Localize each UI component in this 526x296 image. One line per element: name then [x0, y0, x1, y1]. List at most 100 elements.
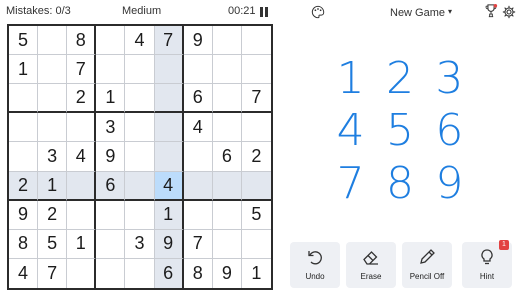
- board-cell-r9-c4[interactable]: [96, 258, 126, 288]
- board-cell-r1-c9[interactable]: [241, 26, 271, 56]
- board-cell-r8-c3[interactable]: 1: [67, 229, 97, 259]
- chevron-down-icon[interactable]: ▾: [448, 7, 452, 16]
- board-cell-r1-c5[interactable]: 4: [125, 26, 155, 56]
- palette-icon[interactable]: [311, 5, 325, 19]
- board-cell-r7-c2[interactable]: 2: [38, 200, 68, 230]
- board-cell-r2-c5[interactable]: [125, 55, 155, 85]
- board-cell-r2-c1[interactable]: 1: [9, 55, 39, 85]
- board-cell-r6-c3[interactable]: [67, 171, 97, 201]
- board-cell-r7-c4[interactable]: [96, 200, 126, 230]
- board-cell-r9-c1[interactable]: 4: [9, 258, 39, 288]
- hint-button[interactable]: Hint 1: [462, 240, 512, 288]
- board-cell-r1-c3[interactable]: 8: [67, 26, 97, 56]
- numpad-button-7[interactable]: 7: [326, 157, 375, 210]
- board-cell-r4-c4[interactable]: 3: [96, 113, 126, 143]
- board-cell-r3-c7[interactable]: 6: [183, 84, 213, 114]
- board-cell-r2-c6[interactable]: [154, 55, 184, 85]
- board-cell-r5-c3[interactable]: 4: [67, 142, 97, 172]
- board-cell-r9-c9[interactable]: 1: [242, 259, 271, 288]
- board-cell-r3-c5[interactable]: [125, 84, 155, 114]
- board-cell-r9-c8[interactable]: 9: [213, 258, 242, 288]
- board-cell-r3-c1[interactable]: [9, 84, 39, 114]
- board-cell-r4-c9[interactable]: [241, 113, 271, 143]
- board-cell-r7-c6[interactable]: 1: [154, 200, 184, 230]
- numpad-button-9[interactable]: 9: [425, 157, 474, 210]
- board-cell-r5-c8[interactable]: 6: [212, 142, 242, 172]
- board-cell-r7-c5[interactable]: [125, 200, 155, 230]
- board-cell-r6-c6[interactable]: 4: [154, 171, 184, 201]
- board-cell-r8-c8[interactable]: [212, 229, 242, 259]
- numpad-button-8[interactable]: 8: [375, 157, 424, 210]
- gear-icon[interactable]: [502, 5, 516, 19]
- board-cell-r9-c7[interactable]: 8: [184, 258, 213, 288]
- board-cell-r4-c7[interactable]: 4: [183, 113, 213, 143]
- board-cell-r2-c7[interactable]: [183, 55, 213, 85]
- board-cell-r8-c4[interactable]: [96, 229, 126, 259]
- pause-icon[interactable]: [260, 7, 269, 17]
- board-cell-r5-c6[interactable]: [154, 142, 184, 172]
- board-cell-r1-c8[interactable]: [212, 26, 242, 56]
- board-cell-r1-c6[interactable]: 7: [154, 26, 184, 56]
- board-cell-r3-c2[interactable]: [38, 84, 68, 114]
- board-cell-r7-c3[interactable]: [67, 200, 97, 230]
- board-cell-r2-c9[interactable]: [241, 55, 271, 85]
- board-cell-r8-c5[interactable]: 3: [125, 229, 155, 259]
- board-cell-r6-c7[interactable]: [183, 171, 213, 201]
- board-cell-r1-c4[interactable]: [96, 26, 126, 56]
- board-cell-r4-c1[interactable]: [9, 113, 39, 143]
- numpad-button-2[interactable]: 2: [375, 52, 424, 105]
- board-cell-r2-c4[interactable]: [96, 55, 126, 85]
- numpad-button-3[interactable]: 3: [425, 52, 474, 105]
- board-cell-r8-c2[interactable]: 5: [38, 229, 68, 259]
- new-game-button[interactable]: New Game: [390, 7, 445, 19]
- board-cell-r3-c9[interactable]: 7: [241, 84, 271, 114]
- numpad-button-4[interactable]: 4: [326, 105, 375, 158]
- board-cell-r9-c2[interactable]: 7: [38, 258, 68, 288]
- board-cell-r4-c6[interactable]: [154, 113, 184, 143]
- board-cell-r5-c7[interactable]: [183, 142, 213, 172]
- board-cell-r3-c4[interactable]: 1: [96, 84, 126, 114]
- numpad-button-5[interactable]: 5: [375, 105, 424, 158]
- board-cell-r8-c7[interactable]: 7: [183, 229, 213, 259]
- board-cell-r9-c5[interactable]: [125, 258, 155, 288]
- board-cell-r7-c1[interactable]: 9: [9, 200, 39, 230]
- board-cell-r5-c2[interactable]: 3: [38, 142, 68, 172]
- board-cell-r4-c3[interactable]: [67, 113, 97, 143]
- board-cell-r2-c8[interactable]: [212, 55, 242, 85]
- board-cell-r5-c5[interactable]: [125, 142, 155, 172]
- board-cell-r6-c4[interactable]: 6: [96, 171, 126, 201]
- board-cell-r5-c1[interactable]: [9, 142, 39, 172]
- numpad-button-6[interactable]: 6: [425, 105, 474, 158]
- board-cell-r4-c5[interactable]: [125, 113, 155, 143]
- board-cell-r4-c8[interactable]: [212, 113, 242, 143]
- undo-button[interactable]: Undo: [290, 242, 340, 288]
- board-cell-r6-c9[interactable]: [241, 171, 271, 201]
- board-cell-r3-c6[interactable]: [154, 84, 184, 114]
- pencil-toggle-button[interactable]: Pencil Off: [402, 242, 452, 288]
- board-cell-r3-c3[interactable]: 2: [67, 84, 97, 114]
- board-cell-r9-c3[interactable]: [67, 258, 97, 288]
- board-cell-r6-c2[interactable]: 1: [38, 171, 68, 201]
- board-cell-r3-c8[interactable]: [212, 84, 242, 114]
- board-cell-r4-c2[interactable]: [38, 113, 68, 143]
- erase-button[interactable]: Erase: [346, 242, 396, 288]
- board-cell-r6-c5[interactable]: [125, 171, 155, 201]
- trophy-icon[interactable]: [484, 3, 498, 19]
- board-cell-r2-c3[interactable]: 7: [67, 55, 97, 85]
- board-cell-r1-c1[interactable]: 5: [9, 26, 39, 56]
- numpad-button-1[interactable]: 1: [326, 52, 375, 105]
- board-cell-r5-c4[interactable]: 9: [96, 142, 126, 172]
- board-cell-r1-c2[interactable]: [38, 26, 68, 56]
- board-cell-r1-c7[interactable]: 9: [183, 26, 213, 56]
- board-cell-r6-c8[interactable]: [212, 171, 242, 201]
- board-cell-r7-c9[interactable]: 5: [241, 201, 271, 230]
- board-cell-r8-c1[interactable]: 8: [9, 229, 39, 259]
- board-cell-r5-c9[interactable]: 2: [241, 142, 271, 172]
- board-cell-r9-c6[interactable]: 6: [154, 258, 184, 288]
- board-cell-r8-c6[interactable]: 9: [154, 229, 184, 259]
- board-cell-r2-c2[interactable]: [38, 55, 68, 85]
- board-cell-r8-c9[interactable]: [241, 230, 271, 259]
- board-cell-r7-c7[interactable]: [183, 200, 213, 230]
- board-cell-r7-c8[interactable]: [212, 200, 242, 230]
- board-cell-r6-c1[interactable]: 2: [9, 171, 39, 201]
